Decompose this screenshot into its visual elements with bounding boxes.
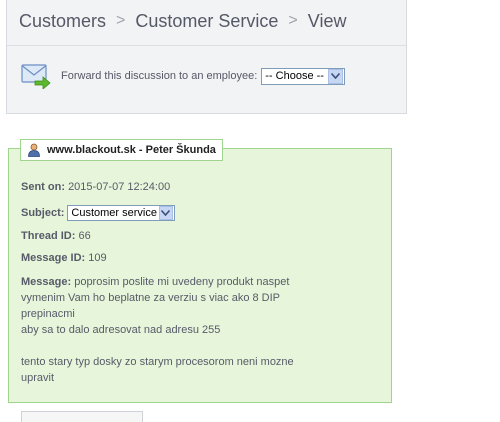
subject-select-value: Customer service	[71, 207, 157, 219]
breadcrumb-item-customers[interactable]: Customers	[19, 11, 106, 32]
message-label: Message:	[21, 276, 72, 288]
message-line: prepinacmi	[21, 308, 75, 320]
message-header: www.blackout.sk - Peter Škunda	[20, 139, 223, 161]
subject-label: Subject:	[21, 207, 65, 219]
breadcrumb: Customers > Customer Service > View	[19, 8, 346, 34]
message-line: aby sa to dalo adresovat nad adresu 255	[21, 324, 221, 336]
chevron-down-icon[interactable]	[327, 68, 343, 84]
message-id-value: 109	[88, 252, 107, 264]
chevron-down-icon[interactable]	[158, 206, 173, 220]
user-icon	[27, 143, 41, 157]
message-line: Message: poprosim poslite mi uvedeny pro…	[21, 274, 371, 290]
sent-on-label: Sent on:	[21, 181, 65, 193]
breadcrumb-separator: >	[288, 12, 298, 29]
employee-select-value: -- Choose --	[265, 70, 324, 82]
mail-forward-icon	[21, 63, 51, 90]
message-line: vymenim Vam ho beplatne za verziu s viac…	[21, 292, 281, 304]
breadcrumb-item-view: View	[307, 10, 347, 31]
message-line: tento stary typ dosky zo starym procesor…	[21, 356, 294, 368]
next-panel-edge	[21, 411, 143, 422]
thread-id-label: Thread ID:	[21, 230, 76, 242]
forward-row: Forward this discussion to an employee: …	[21, 62, 345, 90]
message-id-field: Message ID: 109	[21, 252, 107, 264]
message-body: Message: poprosim poslite mi uvedeny pro…	[21, 274, 371, 386]
breadcrumb-item-customer-service[interactable]: Customer Service	[135, 11, 278, 32]
employee-select[interactable]: -- Choose --	[261, 67, 345, 85]
subject-select[interactable]: Customer service	[67, 205, 175, 221]
thread-id-value: 66	[78, 230, 91, 242]
message-sender: www.blackout.sk - Peter Škunda	[47, 144, 216, 156]
message-line-text: poprosim poslite mi uvedeny produkt nasp…	[74, 276, 290, 288]
sent-on-field: Sent on: 2015-07-07 12:24:00	[21, 181, 170, 193]
thread-id-field: Thread ID: 66	[21, 230, 91, 242]
forward-label: Forward this discussion to an employee:	[61, 70, 258, 82]
breadcrumb-separator: >	[116, 12, 126, 29]
divider	[7, 45, 406, 46]
message-line: upravit	[21, 372, 55, 384]
subject-field: Subject: Customer service	[21, 205, 175, 221]
message-id-label: Message ID:	[21, 252, 86, 264]
sent-on-value: 2015-07-07 12:24:00	[68, 181, 171, 193]
toolbar: Customers > Customer Service > View Forw…	[6, 0, 407, 114]
